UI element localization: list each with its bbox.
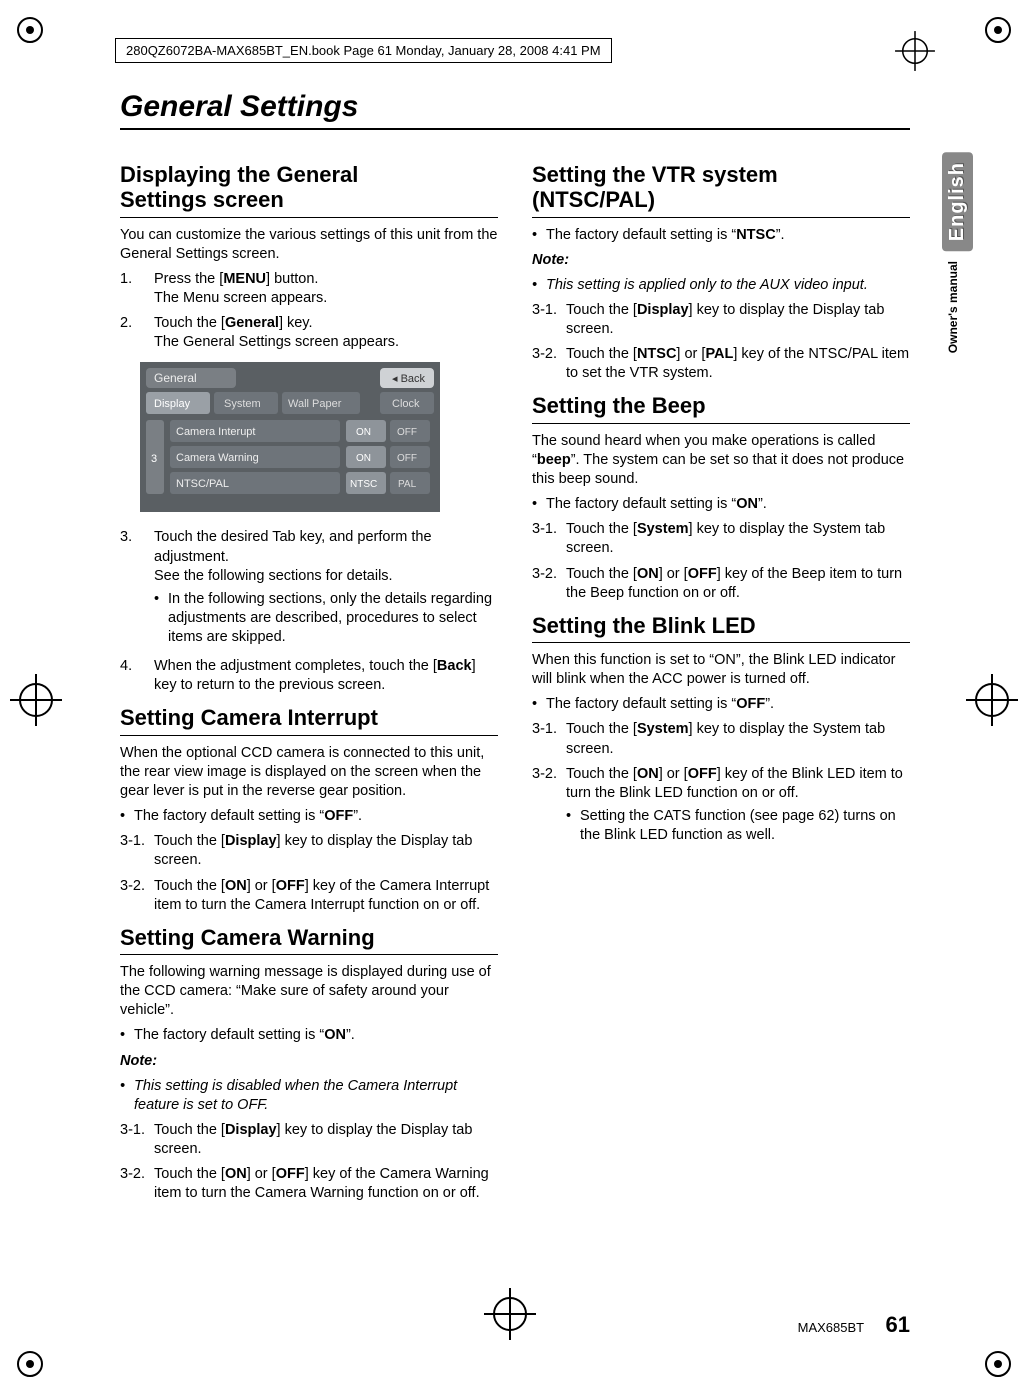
- step-2: 2. Touch the [General] key. The General …: [120, 314, 498, 352]
- section-title-camera-interrupt: Setting Camera Interrupt: [120, 705, 498, 730]
- sec1-intro: You can customize the various settings o…: [120, 226, 498, 264]
- header-filestamp-text: 280QZ6072BA-MAX685BT_EN.book Page 61 Mon…: [115, 38, 612, 63]
- page-footer: MAX685BT 61: [120, 1312, 910, 1338]
- footer-model: MAX685BT: [798, 1320, 864, 1335]
- svg-text:System: System: [224, 398, 261, 410]
- step-1: 1. Press the [MENU] button. The Menu scr…: [120, 270, 498, 308]
- footer-page-number: 61: [886, 1312, 910, 1337]
- svg-text:Clock: Clock: [392, 398, 420, 410]
- reg-mark-icon: [10, 1344, 50, 1384]
- step-3: 3. Touch the desired Tab key, and perfor…: [120, 528, 498, 651]
- general-settings-screenshot: General ◂ Back Display System Wall Paper…: [140, 362, 440, 518]
- svg-text:Display: Display: [154, 398, 191, 410]
- section-title-beep: Setting the Beep: [532, 393, 910, 418]
- section-title-displaying: Displaying the General Settings screen: [120, 162, 498, 213]
- crosshair-icon: [962, 670, 1022, 730]
- reg-mark-icon: [978, 1344, 1018, 1384]
- svg-text:OFF: OFF: [397, 427, 417, 438]
- svg-text:OFF: OFF: [397, 453, 417, 464]
- step-4: 4. When the adjustment completes, touch …: [120, 657, 498, 695]
- section-title-blink-led: Setting the Blink LED: [532, 613, 910, 638]
- svg-text:NTSC/PAL: NTSC/PAL: [176, 478, 229, 490]
- svg-text:Wall Paper: Wall Paper: [288, 398, 342, 410]
- side-tab-language: English: [942, 152, 973, 251]
- svg-text:Camera Warning: Camera Warning: [176, 452, 259, 464]
- ui-title: General: [154, 371, 197, 385]
- section-title-camera-warning: Setting Camera Warning: [120, 925, 498, 950]
- svg-text:PAL: PAL: [398, 479, 417, 490]
- crosshair-icon: [6, 670, 66, 730]
- svg-text:Camera Interupt: Camera Interupt: [176, 426, 255, 438]
- header-filestamp: 280QZ6072BA-MAX685BT_EN.book Page 61 Mon…: [115, 38, 913, 63]
- right-column: Setting the VTR system(NTSC/PAL) The fac…: [532, 152, 910, 1209]
- svg-text:3: 3: [151, 453, 157, 465]
- side-tab-owners: Owner's manual: [942, 255, 964, 359]
- svg-text:◂ Back: ◂ Back: [392, 373, 426, 385]
- left-column: Displaying the General Settings screen Y…: [120, 152, 498, 1209]
- svg-text:NTSC: NTSC: [350, 479, 377, 490]
- section-title-vtr: Setting the VTR system(NTSC/PAL): [532, 162, 910, 213]
- svg-text:ON: ON: [356, 453, 371, 464]
- svg-text:ON: ON: [356, 427, 371, 438]
- chapter-title: General Settings: [120, 90, 910, 124]
- reg-mark-icon: [978, 10, 1018, 50]
- reg-mark-icon: [10, 10, 50, 50]
